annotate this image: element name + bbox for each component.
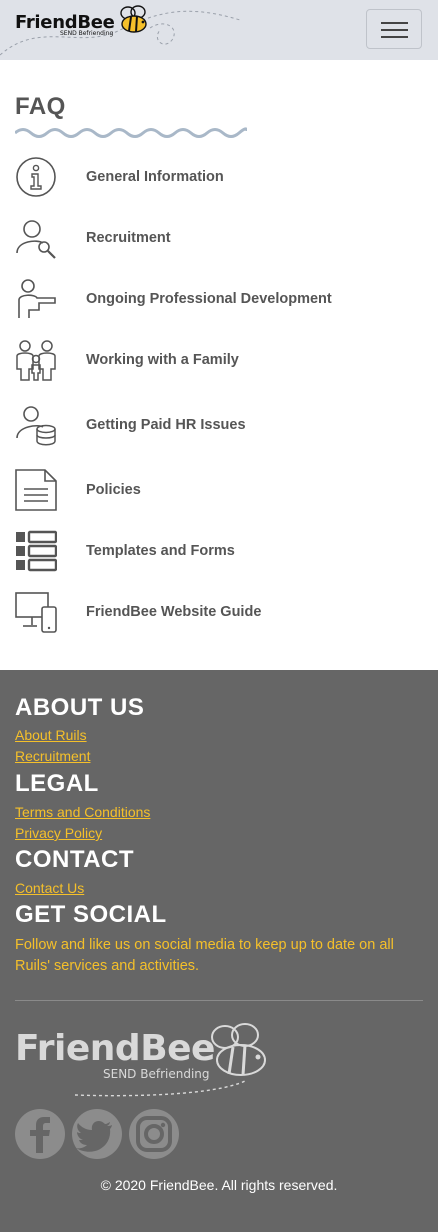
info-icon bbox=[16, 156, 56, 197]
social-heading: GET SOCIAL bbox=[15, 901, 167, 928]
about-heading: ABOUT US bbox=[15, 694, 145, 721]
contact-heading: CONTACT bbox=[15, 846, 135, 873]
menu-toggle-button[interactable] bbox=[366, 9, 422, 49]
footer-logo-wordmark: FriendBee bbox=[15, 1028, 215, 1069]
document-icon bbox=[15, 468, 57, 511]
faq-item-general-information[interactable]: General Information bbox=[15, 146, 423, 207]
copyright-text: © 2020 FriendBee. All rights reserved. bbox=[100, 1177, 338, 1193]
twitter-icon[interactable] bbox=[72, 1109, 122, 1159]
faq-section: FAQ General Information Recruitment Ongo… bbox=[0, 92, 438, 642]
list-icon bbox=[16, 530, 57, 571]
faq-item-recruitment[interactable]: Recruitment bbox=[15, 207, 423, 268]
faq-item-website-guide[interactable]: FriendBee Website Guide bbox=[15, 581, 423, 642]
faq-list: General Information Recruitment Ongoing … bbox=[15, 146, 423, 642]
bee-icon bbox=[119, 5, 147, 33]
faq-item-label: Working with a Family bbox=[86, 351, 239, 368]
wave-divider bbox=[15, 127, 247, 138]
faq-item-label: FriendBee Website Guide bbox=[86, 603, 262, 620]
faq-item-label: Templates and Forms bbox=[86, 542, 235, 559]
footer-logo[interactable]: FriendBee SEND Befriending bbox=[15, 1023, 423, 1097]
terms-link[interactable]: Terms and Conditions bbox=[15, 802, 423, 823]
page-title: FAQ bbox=[15, 93, 66, 120]
footer-logo-tagline: SEND Befriending bbox=[103, 1067, 210, 1081]
faq-item-getting-paid[interactable]: Getting Paid HR Issues bbox=[15, 390, 423, 459]
faq-item-policies[interactable]: Policies bbox=[15, 459, 423, 520]
footer-divider bbox=[15, 1000, 423, 1001]
faq-item-working-with-family[interactable]: Working with a Family bbox=[15, 329, 423, 390]
site-logo[interactable]: FriendBee SEND Befriending bbox=[15, 5, 153, 37]
logo-tagline: SEND Befriending bbox=[60, 30, 114, 37]
social-links bbox=[15, 1109, 423, 1159]
family-icon bbox=[16, 339, 56, 381]
instagram-icon[interactable] bbox=[129, 1109, 179, 1159]
faq-item-professional-development[interactable]: Ongoing Professional Development bbox=[15, 268, 423, 329]
legal-heading: LEGAL bbox=[15, 770, 99, 797]
recruitment-link[interactable]: Recruitment bbox=[15, 746, 423, 767]
privacy-policy-link[interactable]: Privacy Policy bbox=[15, 823, 423, 844]
user-search-icon bbox=[16, 219, 56, 259]
teacher-icon bbox=[18, 278, 56, 318]
faq-item-label: Ongoing Professional Development bbox=[86, 290, 332, 307]
devices-icon bbox=[15, 591, 57, 633]
faq-item-label: Policies bbox=[86, 481, 141, 498]
about-ruils-link[interactable]: About Ruils bbox=[15, 725, 423, 746]
faq-item-templates-forms[interactable]: Templates and Forms bbox=[15, 520, 423, 581]
faq-item-label: Getting Paid HR Issues bbox=[86, 416, 246, 433]
contact-us-link[interactable]: Contact Us bbox=[15, 878, 423, 899]
facebook-icon[interactable] bbox=[15, 1109, 65, 1159]
social-description: Follow and like us on social media to ke… bbox=[15, 937, 394, 974]
faq-item-label: General Information bbox=[86, 168, 224, 185]
top-navbar: FriendBee SEND Befriending bbox=[0, 0, 438, 60]
site-footer: ABOUT US About Ruils Recruitment LEGAL T… bbox=[0, 670, 438, 1232]
hamburger-icon bbox=[381, 22, 408, 24]
faq-item-label: Recruitment bbox=[86, 229, 171, 246]
user-coins-icon bbox=[16, 405, 56, 445]
